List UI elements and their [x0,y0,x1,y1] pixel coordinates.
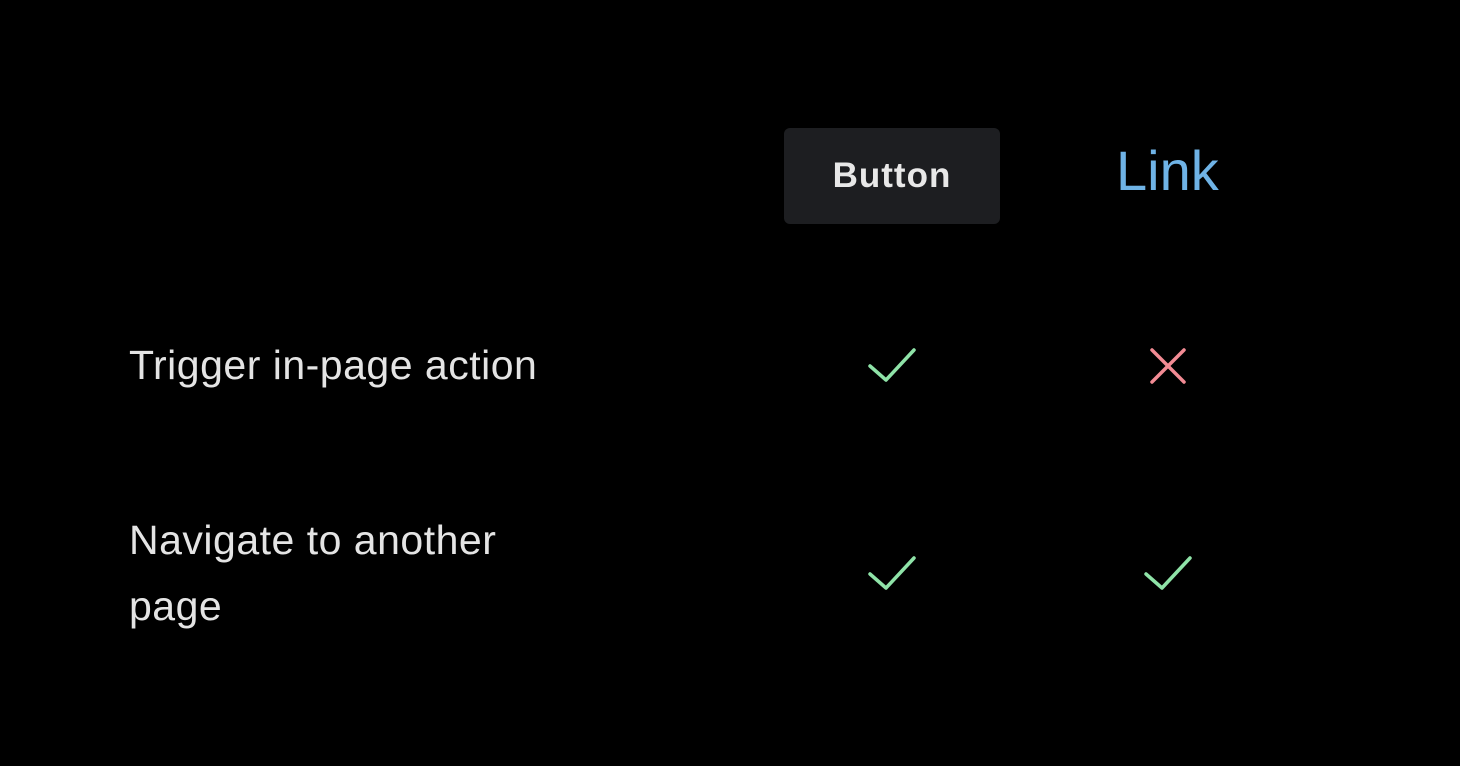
row-label-trigger-action: Trigger in-page action [129,342,538,388]
check-icon [868,550,916,598]
check-icon [868,342,916,390]
link-example-label: Link [1116,139,1219,202]
x-icon [1148,346,1196,394]
link-example[interactable]: Link [1116,136,1219,206]
button-example[interactable]: Button [784,128,1000,224]
check-icon [1144,550,1192,598]
row-label-navigate: Navigate to another page [129,517,497,629]
button-example-label: Button [832,156,952,195]
